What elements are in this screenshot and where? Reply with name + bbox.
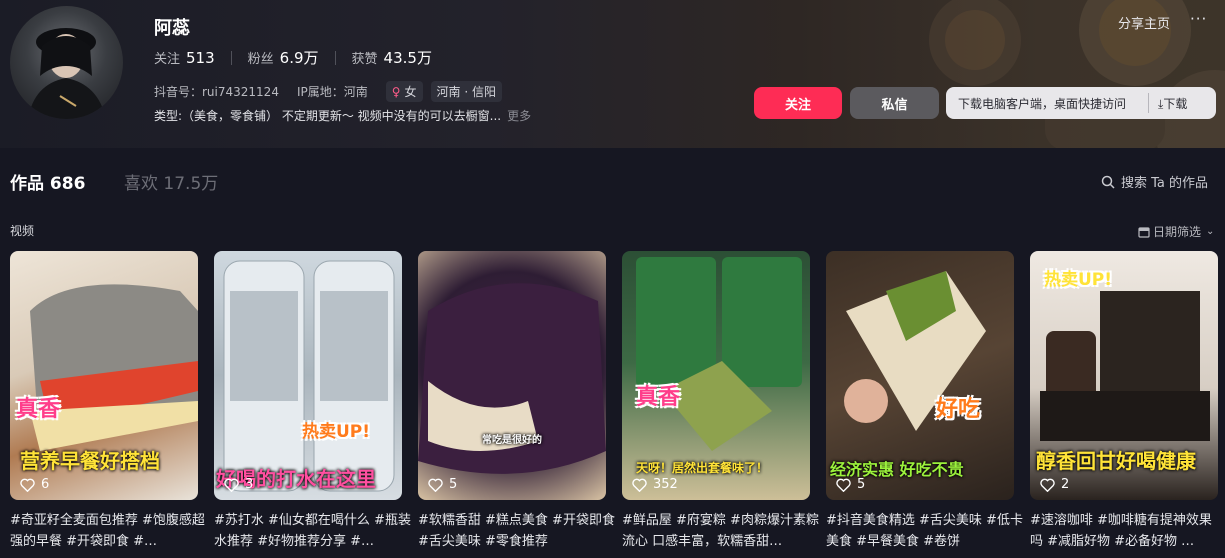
video-caption[interactable]: #奇亚籽全麦面包推荐 #饱腹感超强的早餐 #开袋即食 #… bbox=[10, 510, 210, 552]
region-chip: 河南 · 信阳 bbox=[430, 81, 502, 102]
profile-name: 阿蕊 bbox=[154, 18, 190, 39]
video-likes: 5 bbox=[428, 477, 457, 492]
stat-value: 43.5万 bbox=[383, 49, 432, 67]
like-count: 352 bbox=[653, 477, 678, 492]
video-caption[interactable]: #苏打水 #仙女都在喝什么 #瓶装水推荐 #好物推荐分享 #… bbox=[214, 510, 414, 552]
video-caption[interactable]: #软糯香甜 #糕点美食 #开袋即食 #舌尖美味 #零食推荐 bbox=[418, 510, 618, 552]
date-filter-label: 日期筛选 bbox=[1153, 225, 1202, 239]
heart-icon bbox=[1040, 478, 1055, 492]
heart-icon bbox=[224, 478, 239, 492]
video-card[interactable]: 真香 营养早餐好搭档 6 bbox=[10, 251, 198, 500]
video-sticker: 真香 bbox=[16, 397, 61, 422]
avatar-image bbox=[28, 28, 106, 119]
download-client-banner[interactable]: 下载电脑客户端，桌面快捷访问 ⤓下载 bbox=[946, 87, 1216, 119]
download-button[interactable]: ⤓下载 bbox=[1158, 95, 1187, 112]
divider bbox=[230, 50, 232, 65]
more-options-icon[interactable]: ··· bbox=[1190, 10, 1207, 28]
video-card[interactable]: 热卖UP! 好喝的打水在这里 3 bbox=[214, 251, 402, 500]
avatar[interactable] bbox=[10, 6, 123, 119]
share-profile-button[interactable]: 分享主页 bbox=[1118, 13, 1170, 32]
like-count: 5 bbox=[449, 477, 458, 492]
follow-button[interactable]: 关注 bbox=[754, 87, 842, 119]
search-label: 搜索 Ta 的作品 bbox=[1121, 176, 1209, 191]
download-prompt: 下载电脑客户端，桌面快捷访问 bbox=[958, 96, 1127, 111]
ip-location: IP属地：河南 bbox=[296, 85, 368, 99]
video-overlay-text: 常吃是很好的 bbox=[482, 435, 542, 446]
video-caption[interactable]: #抖音美食精选 #舌尖美味 #低卡美食 #早餐美食 #卷饼 bbox=[826, 510, 1026, 552]
video-caption[interactable]: #鲜品屋 #府宴粽 #肉粽爆汁素粽流心 口感丰富，软糯香甜… bbox=[622, 510, 822, 552]
stat-followers[interactable]: 粉丝 6.9万 bbox=[248, 47, 319, 68]
video-card[interactable]: 热卖UP! 醇香回甘好喝健康 2 bbox=[1030, 251, 1218, 500]
video-card[interactable]: 好吃 经济实惠 好吃不贵 5 bbox=[826, 251, 1014, 500]
video-likes: 5 bbox=[836, 477, 865, 492]
video-overlay-text: 营养早餐好搭档 bbox=[20, 449, 160, 473]
like-count: 3 bbox=[245, 477, 254, 492]
profile-meta: 抖音号：rui74321124 IP属地：河南 ♀ 女 河南 · 信阳 bbox=[154, 81, 502, 102]
divider bbox=[334, 50, 336, 65]
download-label: 下载 bbox=[1163, 96, 1188, 111]
douyin-id: 抖音号：rui74321124 bbox=[154, 85, 279, 99]
video-overlay-text: 天呀！居然出套餐味了！ bbox=[636, 461, 769, 475]
video-card[interactable]: 真香 天呀！居然出套餐味了！ 352 bbox=[622, 251, 810, 500]
profile-stats: 关注 513 粉丝 6.9万 获赞 43.5万 bbox=[154, 47, 432, 68]
female-icon: ♀ bbox=[391, 84, 401, 99]
video-likes: 2 bbox=[1040, 477, 1069, 492]
chevron-down-icon: ⌄ bbox=[1206, 226, 1215, 237]
video-likes: 3 bbox=[224, 477, 253, 492]
heart-icon bbox=[428, 478, 443, 492]
heart-icon bbox=[632, 478, 647, 492]
video-overlay-text: 醇香回甘好喝健康 bbox=[1036, 449, 1196, 473]
date-filter[interactable]: 日期筛选 ⌄ bbox=[1138, 223, 1214, 240]
video-sticker: 真香 bbox=[636, 385, 681, 410]
stat-label: 获赞 bbox=[351, 52, 378, 67]
stat-following[interactable]: 关注 513 bbox=[154, 48, 215, 67]
search-works[interactable]: 搜索 Ta 的作品 bbox=[1101, 172, 1208, 191]
description-more-link[interactable]: 更多 bbox=[507, 107, 531, 124]
divider bbox=[1148, 93, 1149, 113]
heart-icon bbox=[836, 478, 851, 492]
profile-description: 类型:（美食，零食铺） 不定期更新～ 视频中没有的可以去橱窗... 更多 bbox=[154, 107, 531, 124]
stat-likes: 获赞 43.5万 bbox=[352, 47, 432, 68]
video-likes: 352 bbox=[632, 477, 678, 492]
video-sticker: 好吃 bbox=[936, 397, 981, 422]
description-text: 类型:（美食，零食铺） 不定期更新～ 视频中没有的可以去橱窗... bbox=[154, 109, 502, 123]
stat-label: 关注 bbox=[154, 52, 181, 67]
stat-value: 513 bbox=[186, 49, 215, 67]
video-sticker: 热卖UP! bbox=[302, 422, 371, 442]
like-count: 6 bbox=[41, 477, 50, 492]
section-label: 视频 bbox=[10, 224, 35, 238]
heart-icon bbox=[20, 478, 35, 492]
video-thumbnail bbox=[418, 283, 606, 474]
video-sticker: 热卖UP! bbox=[1044, 270, 1113, 290]
video-card[interactable]: 常吃是很好的 5 bbox=[418, 251, 606, 500]
video-likes: 6 bbox=[20, 477, 49, 492]
gender-chip: ♀ 女 bbox=[385, 81, 423, 102]
tab-works[interactable]: 作品 686 bbox=[10, 169, 85, 194]
gender-label: 女 bbox=[404, 85, 417, 99]
search-icon bbox=[1101, 175, 1115, 189]
message-button[interactable]: 私信 bbox=[850, 87, 939, 119]
tab-likes[interactable]: 喜欢 17.5万 bbox=[124, 169, 218, 194]
video-caption[interactable]: #速溶咖啡 #咖啡糖有提神效果吗 #减脂好物 #必备好物 … bbox=[1030, 510, 1220, 552]
calendar-icon bbox=[1138, 226, 1150, 238]
like-count: 5 bbox=[857, 477, 866, 492]
stat-label: 粉丝 bbox=[247, 52, 274, 67]
stat-value: 6.9万 bbox=[279, 49, 319, 67]
profile-header: 阿蕊 关注 513 粉丝 6.9万 获赞 43.5万 抖音号：rui74321124 … bbox=[0, 0, 1225, 148]
like-count: 2 bbox=[1061, 477, 1070, 492]
